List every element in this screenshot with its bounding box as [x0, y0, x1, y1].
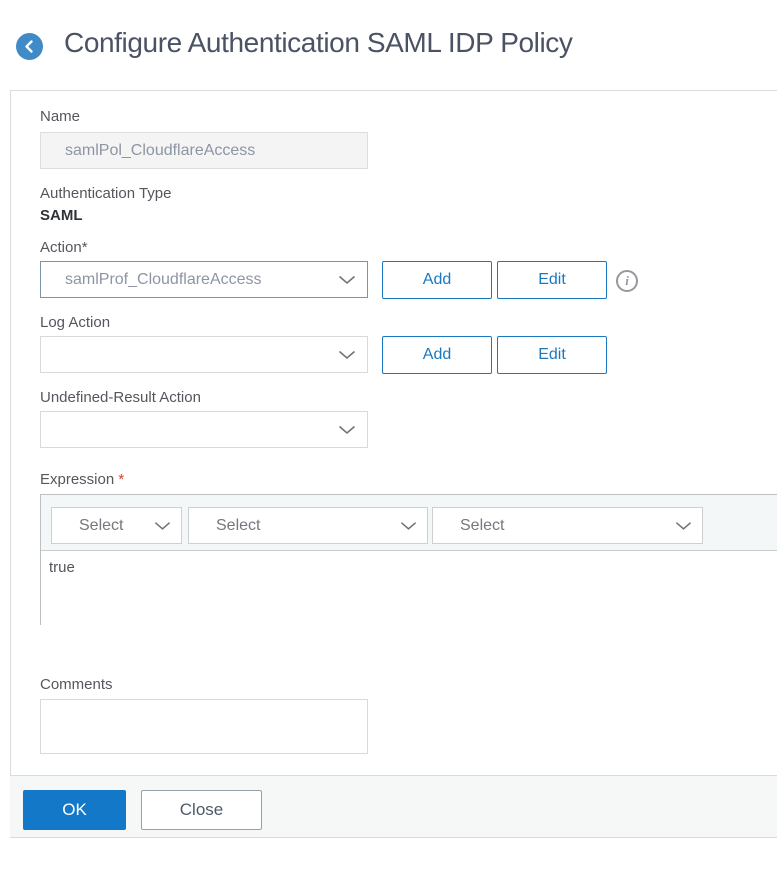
expression-select-1-placeholder: Select	[79, 516, 124, 534]
expression-input[interactable]: true	[41, 551, 777, 625]
expression-builder: Select Select Select true	[40, 494, 777, 625]
page-title: Configure Authentication SAML IDP Policy	[64, 27, 573, 58]
log-action-edit-button[interactable]: Edit	[497, 336, 607, 374]
action-add-button[interactable]: Add	[382, 261, 492, 299]
undefined-result-action-select[interactable]	[40, 411, 368, 448]
log-action-add-button[interactable]: Add	[382, 336, 492, 374]
auth-type-value: SAML	[40, 207, 83, 224]
chevron-down-icon	[338, 275, 356, 285]
action-select-value: samlProf_CloudflareAccess	[65, 270, 262, 288]
log-action-select[interactable]	[40, 336, 368, 373]
action-select[interactable]: samlProf_CloudflareAccess	[40, 261, 368, 298]
expression-select-2[interactable]: Select	[188, 507, 428, 544]
chevron-down-icon	[675, 521, 692, 531]
chevron-down-icon	[338, 350, 356, 360]
chevron-down-icon	[338, 425, 356, 435]
comments-input[interactable]	[40, 699, 368, 754]
arrow-left-icon	[22, 39, 37, 54]
auth-type-label: Authentication Type	[40, 185, 172, 202]
info-icon[interactable]: i	[616, 270, 638, 292]
ok-button[interactable]: OK	[23, 790, 126, 830]
required-asterisk: *	[118, 471, 125, 488]
expression-toolbar: Select Select Select	[41, 495, 777, 551]
expression-select-3-placeholder: Select	[460, 516, 505, 534]
footer-bar: OK Close	[10, 775, 777, 838]
expression-select-2-placeholder: Select	[216, 516, 261, 534]
comments-label: Comments	[40, 676, 113, 693]
back-button[interactable]	[16, 33, 43, 60]
action-edit-button[interactable]: Edit	[497, 261, 607, 299]
chevron-down-icon	[154, 521, 171, 531]
chevron-down-icon	[400, 521, 417, 531]
log-action-label: Log Action	[40, 314, 111, 331]
undefined-result-action-label: Undefined-Result Action	[40, 389, 201, 406]
name-input	[40, 132, 368, 169]
expression-select-1[interactable]: Select	[51, 507, 182, 544]
name-label: Name	[40, 108, 81, 125]
action-label: Action*	[40, 239, 88, 256]
expression-select-3[interactable]: Select	[432, 507, 703, 544]
expression-label: Expression *	[40, 471, 125, 488]
close-button[interactable]: Close	[141, 790, 262, 830]
